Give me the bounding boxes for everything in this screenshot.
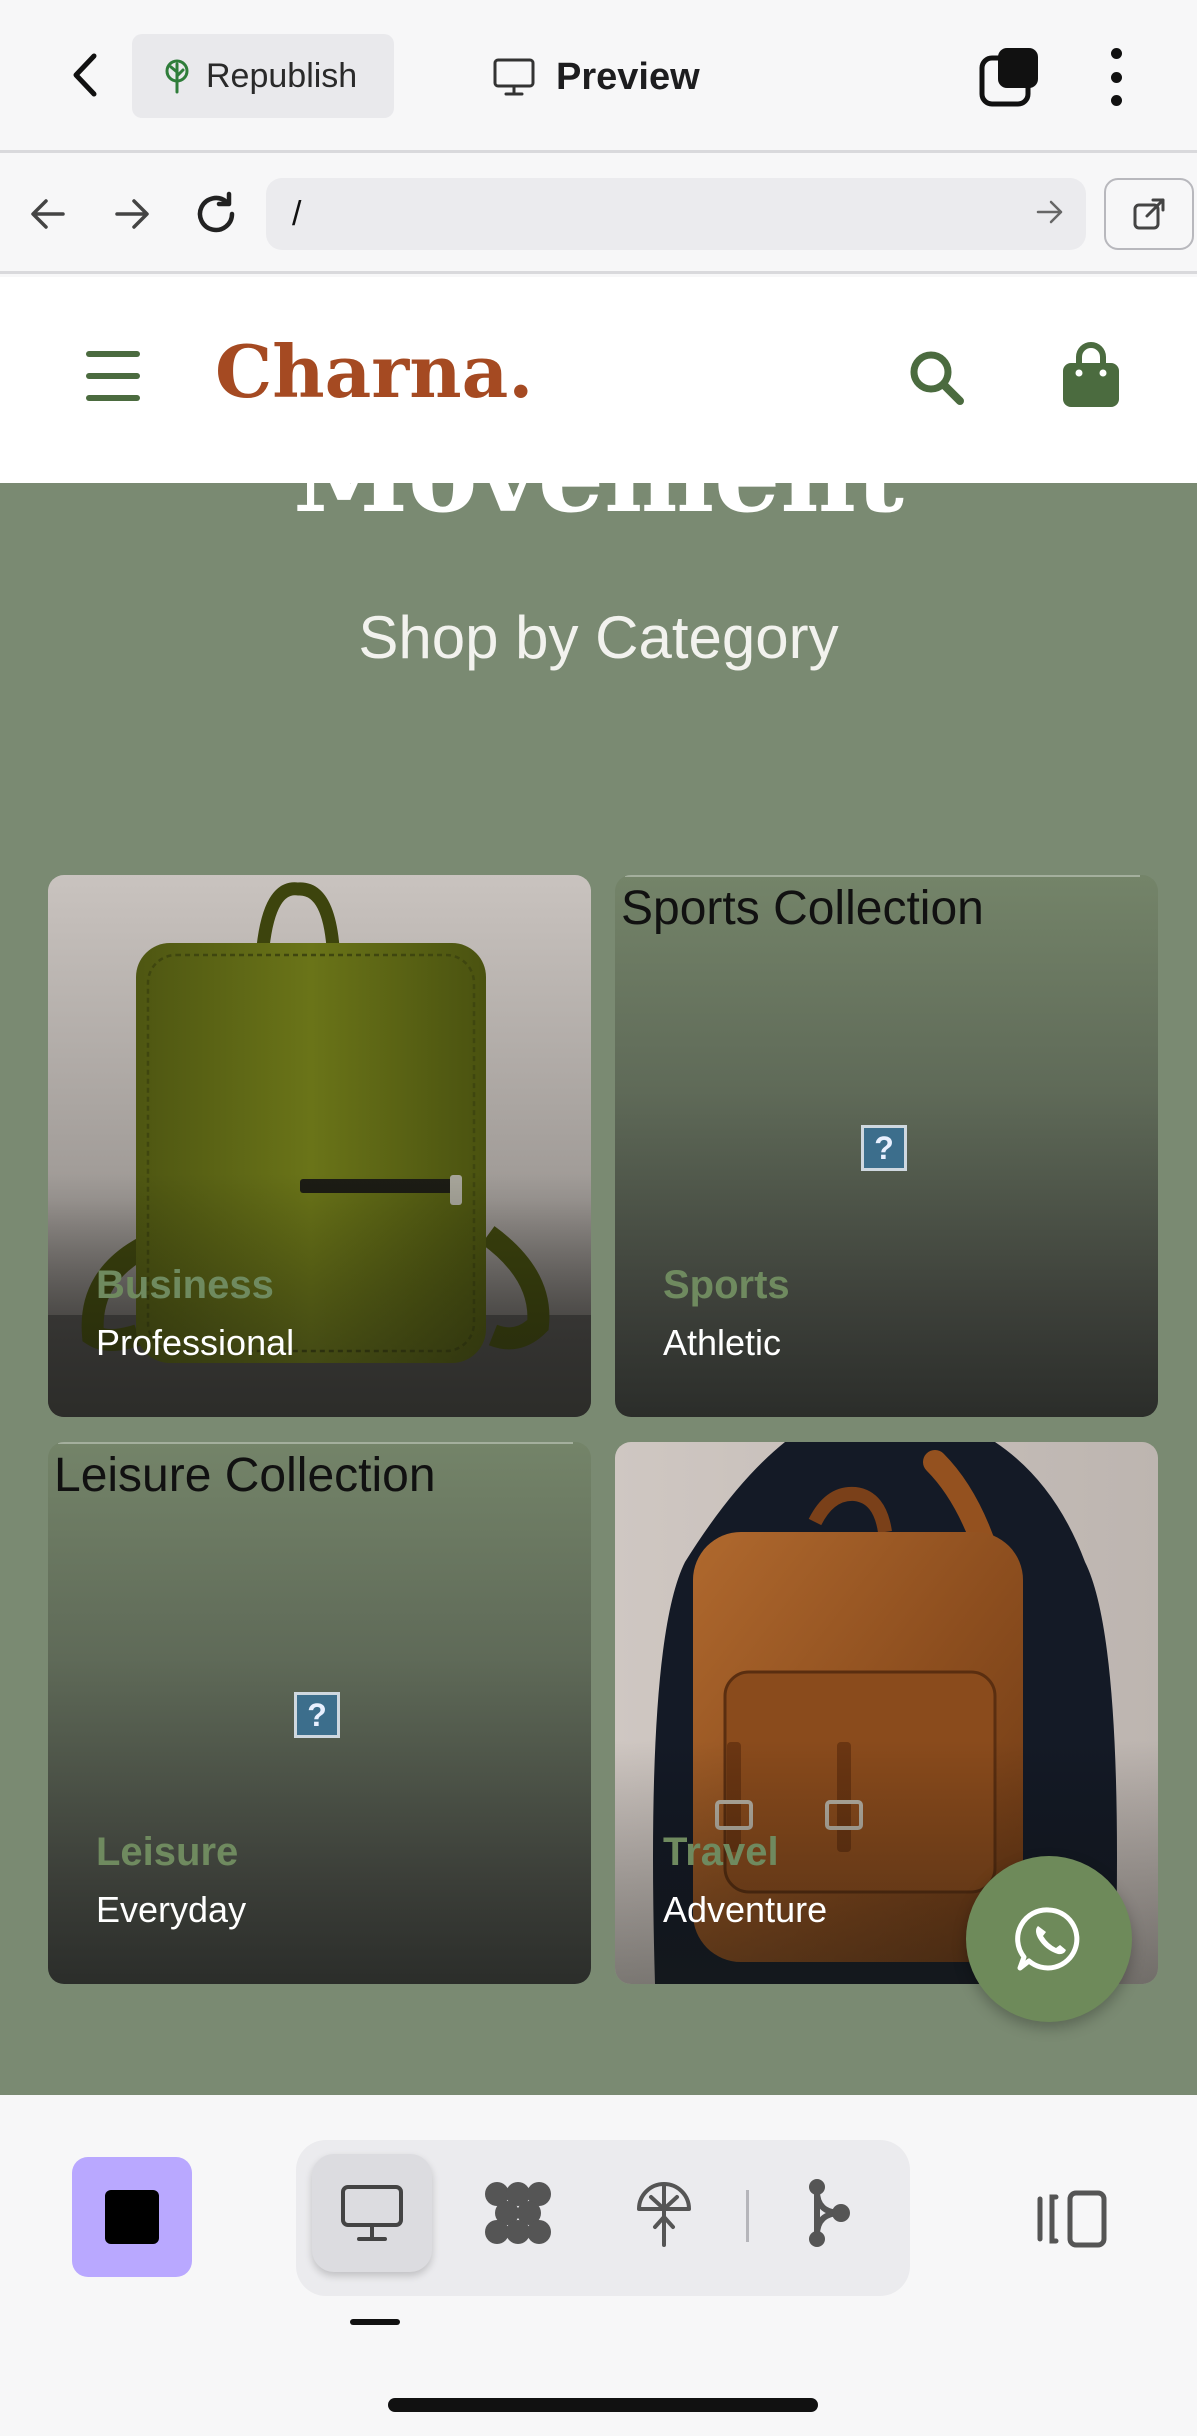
category-name: Leisure xyxy=(96,1830,239,1874)
git-branch-icon xyxy=(809,2179,850,2247)
agents-icon xyxy=(485,2182,551,2244)
category-name: Travel xyxy=(663,1830,779,1874)
stop-icon xyxy=(105,2190,159,2244)
bottom-toolbar xyxy=(0,2095,1197,2436)
search-button[interactable] xyxy=(906,347,966,407)
active-tab-indicator xyxy=(350,2319,400,2325)
category-section: Movement Shop by Category Business Profe… xyxy=(0,483,1197,2095)
url-text: / xyxy=(292,194,302,233)
app-top-bar: Republish Preview xyxy=(0,0,1197,153)
view-switcher xyxy=(296,2140,910,2296)
broken-image-icon: ? xyxy=(294,1692,340,1738)
category-tagline: Athletic xyxy=(663,1322,782,1363)
tree-icon xyxy=(165,59,189,94)
url-input[interactable]: / xyxy=(266,178,1086,250)
nav-forward-button[interactable] xyxy=(104,186,160,242)
brand-logo[interactable]: Charna. xyxy=(215,329,533,414)
category-tagline: Professional xyxy=(96,1322,295,1363)
arrow-right-icon[interactable] xyxy=(1034,196,1066,228)
republish-label: Republish xyxy=(206,56,358,95)
preview-label: Preview xyxy=(556,55,700,98)
preview-button[interactable]: Preview xyxy=(492,40,700,114)
reload-icon xyxy=(197,191,235,233)
category-name: Sports xyxy=(663,1263,790,1307)
section-title: Shop by Category xyxy=(358,604,839,671)
browser-toolbar: / xyxy=(0,156,1197,274)
publish-icon xyxy=(637,2182,691,2247)
toolbar-divider xyxy=(746,2190,749,2242)
reload-button[interactable] xyxy=(188,186,244,242)
panel-toggle-icon xyxy=(1037,2190,1107,2248)
whatsapp-icon xyxy=(1015,1907,1080,1971)
external-link-icon xyxy=(1133,198,1165,230)
copy-icon xyxy=(979,48,1038,107)
preview-tab[interactable] xyxy=(312,2154,432,2272)
nav-back-button[interactable] xyxy=(20,186,76,242)
arrow-right-icon xyxy=(115,199,149,229)
copy-button[interactable] xyxy=(978,46,1040,108)
category-tagline: Everyday xyxy=(96,1889,247,1930)
monitor-icon xyxy=(493,58,535,96)
site-header: Charna. xyxy=(0,277,1197,483)
hero-heading: Movement xyxy=(0,483,1197,536)
stop-button[interactable] xyxy=(72,2157,192,2277)
chevron-left-icon xyxy=(73,53,97,97)
open-external-button[interactable] xyxy=(1104,178,1194,250)
broken-image-icon: ? xyxy=(861,1125,907,1171)
home-indicator xyxy=(388,2398,818,2412)
image-alt-text: Sports Collection xyxy=(621,882,984,935)
hamburger-icon xyxy=(86,351,140,357)
republish-button[interactable]: Republish xyxy=(132,34,394,118)
whatsapp-chat-button[interactable] xyxy=(966,1856,1132,2022)
cart-button[interactable] xyxy=(1060,341,1122,409)
image-alt-text: Leisure Collection xyxy=(54,1449,436,1502)
search-icon xyxy=(910,351,964,405)
category-card-leisure[interactable]: Leisure Collection ? Leisure Everyday xyxy=(48,1442,591,1984)
category-tagline: Adventure xyxy=(663,1889,828,1930)
category-card-business[interactable]: Business Professional xyxy=(48,875,591,1417)
menu-button[interactable] xyxy=(86,351,140,401)
git-tab[interactable] xyxy=(768,2154,888,2272)
arrow-left-icon xyxy=(31,199,65,229)
more-vertical-icon xyxy=(1110,48,1122,59)
panel-toggle-button[interactable] xyxy=(1032,2179,1112,2259)
monitor-icon xyxy=(341,2185,403,2241)
publish-tab[interactable] xyxy=(604,2154,724,2272)
category-name: Business xyxy=(96,1263,274,1307)
back-button[interactable] xyxy=(60,45,110,105)
category-card-sports[interactable]: Sports Collection ? Sports Athletic xyxy=(615,875,1158,1417)
shopping-bag-icon xyxy=(1063,342,1119,407)
agents-tab[interactable] xyxy=(458,2154,578,2272)
more-options-button[interactable] xyxy=(1094,44,1138,110)
